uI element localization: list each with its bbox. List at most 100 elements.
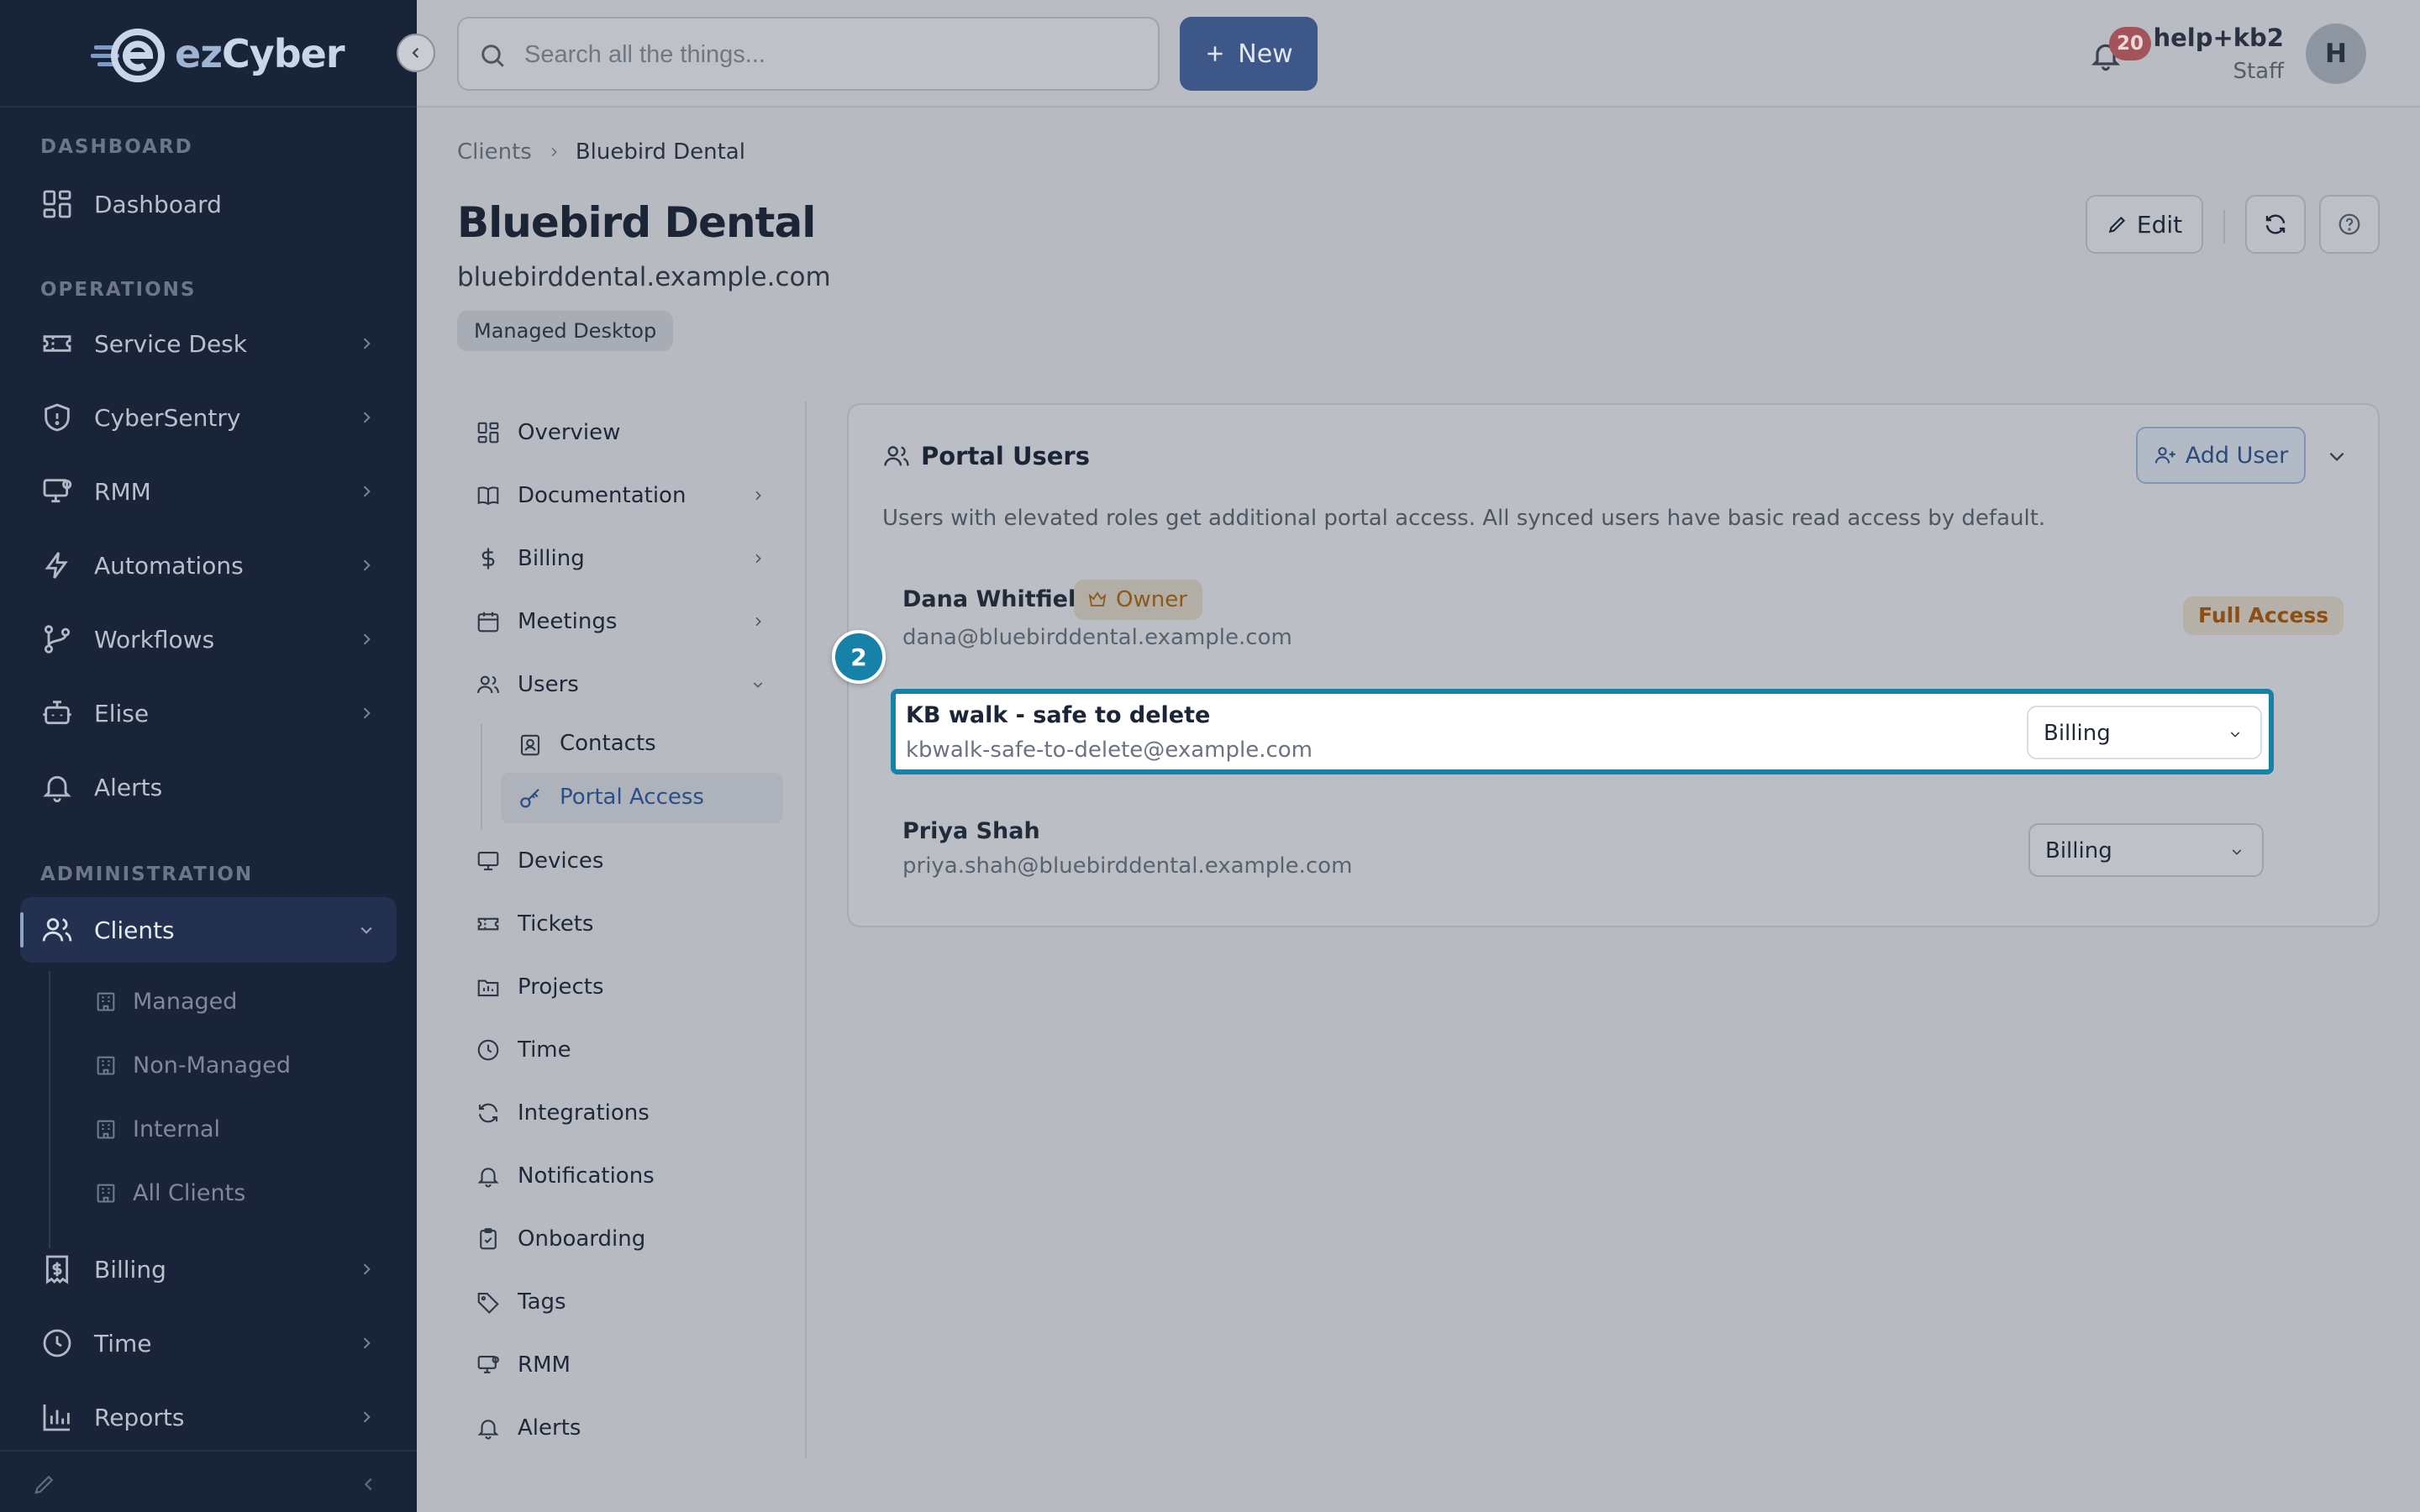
clock-icon [40, 1326, 74, 1360]
chevron-down-icon [751, 678, 765, 691]
full-access-badge: Full Access [2183, 596, 2344, 635]
subnav-onboarding[interactable]: Onboarding [460, 1213, 783, 1265]
search-input[interactable] [524, 34, 1129, 76]
subnav-label: Documentation [518, 483, 687, 508]
chevron-right-icon [358, 1335, 375, 1352]
role-select-value: Billing [2045, 838, 2112, 864]
global-search[interactable] [457, 17, 1160, 91]
subnav-contacts[interactable]: Contacts [501, 719, 783, 769]
subnav-rmm[interactable]: RMM [460, 1339, 783, 1391]
notification-count-badge: 20 [2109, 27, 2151, 60]
subnav-notifications[interactable]: Notifications [460, 1150, 783, 1202]
users-icon [882, 442, 911, 470]
sidebar-item-billing[interactable]: Billing [20, 1236, 397, 1302]
user-email: priya.shah@bluebirddental.example.com [902, 853, 1353, 879]
sidebar-collapse-button[interactable] [397, 34, 435, 72]
contact-card-icon [518, 732, 543, 758]
subnav-overview[interactable]: Overview [460, 407, 783, 459]
sidebar-item-alerts[interactable]: Alerts [20, 754, 397, 820]
subnav-documentation[interactable]: Documentation [460, 470, 783, 522]
subnav-projects[interactable]: Projects [460, 961, 783, 1013]
subnav-tickets[interactable]: Tickets [460, 898, 783, 950]
owner-badge: Owner [1074, 580, 1202, 620]
subnav-users[interactable]: Users [460, 659, 783, 711]
refresh-button[interactable] [2245, 195, 2306, 254]
subnav-meetings[interactable]: Meetings [460, 596, 783, 648]
subnav-billing[interactable]: Billing [460, 533, 783, 585]
new-button-label: New [1238, 39, 1293, 69]
sidebar: ezCyber DASHBOARD Dashboard OPERATIONS S… [0, 0, 417, 1512]
chevron-down-icon[interactable] [2326, 445, 2348, 467]
sidebar-item-time[interactable]: Time [20, 1310, 397, 1376]
pencil-icon[interactable] [32, 1472, 57, 1497]
subnav-portal-access[interactable]: Portal Access [501, 773, 783, 823]
sidebar-item-label: Billing [94, 1255, 166, 1284]
logo-mark-icon [91, 24, 171, 84]
avatar[interactable]: H [2306, 24, 2366, 84]
subnav-alerts[interactable]: Alerts [460, 1402, 783, 1454]
tag-icon [476, 1289, 501, 1315]
sidebar-item-label: Elise [94, 699, 150, 727]
dashboard-icon [476, 420, 501, 445]
sync-icon [476, 1100, 501, 1126]
sidebar-sub-label: Managed [133, 988, 238, 1015]
sidebar-item-clients[interactable]: Clients [20, 897, 397, 963]
sidebar-sub-label: All Clients [133, 1179, 246, 1206]
help-icon [2337, 212, 2362, 237]
sidebar-item-dashboard[interactable]: Dashboard [20, 171, 397, 237]
chevron-down-icon [358, 921, 375, 938]
user-email: dana@bluebirddental.example.com [902, 625, 1292, 650]
subnav-integrations[interactable]: Integrations [460, 1087, 783, 1139]
subnav-label: Projects [518, 974, 604, 1000]
subnav-label: Overview [518, 420, 621, 445]
sidebar-item-label: Automations [94, 551, 244, 580]
subnav-label: Onboarding [518, 1226, 646, 1252]
sidebar-sub-label: Non-Managed [133, 1052, 291, 1079]
card-description: Users with elevated roles get additional… [882, 506, 2046, 531]
sidebar-item-label: Workflows [94, 625, 215, 654]
help-button[interactable] [2319, 195, 2380, 254]
sidebar-item-workflows[interactable]: Workflows [20, 606, 397, 672]
building-icon [94, 1053, 118, 1077]
ticket-icon [476, 911, 501, 937]
new-button[interactable]: New [1180, 17, 1318, 91]
chevron-right-icon [358, 557, 375, 574]
ticket-icon [40, 327, 74, 360]
bar-chart-icon [40, 1400, 74, 1434]
sidebar-item-label: Dashboard [94, 190, 222, 218]
breadcrumb-clients-link[interactable]: Clients [457, 139, 532, 165]
chevron-right-icon [751, 552, 765, 565]
role-select[interactable]: Billing [2028, 823, 2264, 877]
subnav-tags[interactable]: Tags [460, 1276, 783, 1328]
users-icon [476, 672, 501, 697]
subnav-label: Tags [518, 1289, 566, 1315]
chevron-right-icon [751, 615, 765, 628]
logo[interactable]: ezCyber [91, 24, 345, 84]
add-user-label: Add User [2185, 442, 2289, 469]
edit-button[interactable]: Edit [2086, 195, 2203, 254]
sidebar-item-reports[interactable]: Reports [20, 1384, 397, 1450]
dashboard-icon [40, 187, 74, 221]
subnav-time[interactable]: Time [460, 1024, 783, 1076]
sidebar-item-automations[interactable]: Automations [20, 533, 397, 598]
subnav-label: Time [518, 1037, 571, 1063]
projects-icon [476, 974, 501, 1000]
monitor-icon [476, 848, 501, 874]
sidebar-item-label: Clients [94, 916, 175, 944]
user-email: kbwalk-safe-to-delete@example.com [906, 738, 1313, 763]
role-select[interactable]: Billing [2027, 706, 2262, 759]
bell-icon [476, 1415, 501, 1441]
highlighted-user-row[interactable]: KB walk - safe to delete kbwalk-safe-to-… [891, 689, 2274, 774]
sidebar-item-rmm[interactable]: RMM [20, 459, 397, 524]
invoice-icon [40, 1252, 74, 1286]
chevron-right-icon [751, 489, 765, 502]
add-user-button[interactable]: Add User [2136, 427, 2306, 484]
header-separator [2223, 210, 2225, 244]
breadcrumb-current: Bluebird Dental [575, 139, 745, 165]
sidebar-item-cybersentry[interactable]: CyberSentry [20, 385, 397, 450]
collapse-sidebar-icon[interactable] [360, 1475, 378, 1494]
chevron-down-icon [2228, 727, 2242, 741]
sidebar-item-service-desk[interactable]: Service Desk [20, 311, 397, 376]
subnav-devices[interactable]: Devices [460, 835, 783, 887]
sidebar-item-elise[interactable]: Elise [20, 680, 397, 746]
